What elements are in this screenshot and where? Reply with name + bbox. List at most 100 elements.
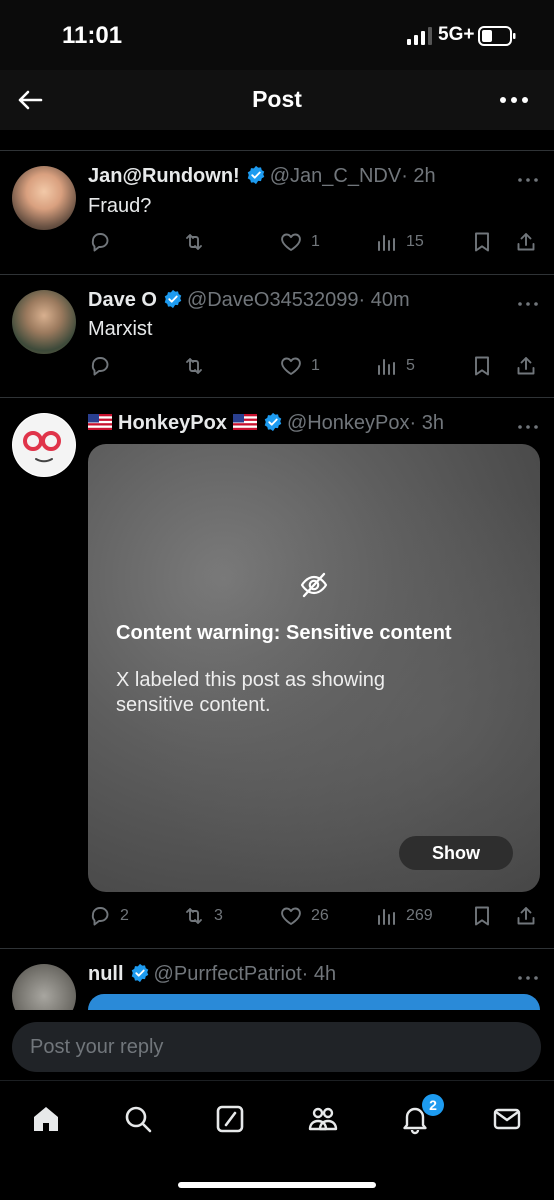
repost-button[interactable]: 3 [182, 901, 223, 931]
tab-communities[interactable] [303, 1099, 343, 1139]
post-text: Marxist [88, 318, 153, 340]
like-button[interactable]: 26 [279, 901, 329, 931]
like-icon [279, 354, 303, 378]
like-button[interactable]: 1 [279, 351, 320, 381]
reply-input[interactable] [12, 1022, 541, 1072]
page-title: Post [252, 86, 302, 112]
author-name[interactable]: HonkeyPox [118, 412, 227, 434]
us-flag-icon [88, 414, 112, 430]
like-button[interactable]: 1 [279, 227, 320, 257]
like-icon [279, 230, 303, 254]
verified-icon [130, 963, 150, 983]
share-icon [514, 230, 538, 254]
search-icon [125, 1106, 152, 1133]
author-handle: @Jan_C_NDV [269, 165, 402, 187]
author-name[interactable]: null [88, 963, 124, 985]
top-header: Post [0, 70, 554, 130]
reply-icon [88, 354, 112, 378]
reply-composer [0, 1010, 554, 1080]
action-bar: 2 3 26 269 [0, 901, 554, 931]
like-icon [279, 904, 303, 928]
share-icon [514, 904, 538, 928]
home-indicator [178, 1182, 376, 1188]
repost-button[interactable] [182, 351, 214, 381]
bookmark-button[interactable] [470, 901, 494, 931]
views-button[interactable]: 269 [374, 901, 433, 931]
tab-grok[interactable] [210, 1099, 250, 1139]
author-handle: @PurrfectPatriot [153, 963, 302, 985]
reply-post[interactable]: Jan@Rundown! @Jan_C_NDV· 2h Fraud? 1 15 [0, 150, 554, 274]
views-count: 269 [406, 907, 433, 924]
post-time: · 2h [401, 165, 436, 187]
author-handle: @HonkeyPox [286, 412, 410, 434]
notifications-badge: 2 [422, 1094, 444, 1116]
views-count: 15 [406, 233, 424, 250]
tab-messages[interactable] [487, 1099, 527, 1139]
views-count: 5 [406, 357, 415, 374]
reply-button[interactable]: 2 [88, 901, 129, 931]
status-bar: 11:01 5G+ [0, 0, 554, 70]
grok-icon [216, 1105, 244, 1133]
more-icon[interactable] [516, 175, 540, 185]
eye-slash-icon [300, 572, 328, 598]
content-warning-description: X labeled this post as showing sensitive… [116, 669, 386, 716]
verified-icon [263, 412, 283, 432]
more-icon[interactable] [516, 973, 540, 983]
views-icon [374, 904, 398, 928]
verified-icon [163, 289, 183, 309]
reply-icon [88, 904, 112, 928]
show-button[interactable]: Show [399, 836, 513, 870]
repost-button[interactable] [182, 227, 214, 257]
like-count: 1 [311, 357, 320, 374]
signal-icon [407, 27, 432, 45]
views-button[interactable]: 5 [374, 351, 415, 381]
like-count: 1 [311, 233, 320, 250]
avatar[interactable] [12, 290, 76, 354]
author-name[interactable]: Jan@Rundown! [88, 165, 240, 187]
sensitive-media[interactable]: Content warning: Sensitive content X lab… [88, 444, 540, 892]
bottom-tab-bar: 2 [0, 1080, 554, 1200]
repost-count: 3 [214, 907, 223, 924]
tab-home[interactable] [26, 1099, 66, 1139]
us-flag-icon [233, 414, 257, 430]
action-bar: 1 15 [0, 227, 554, 257]
share-icon [514, 354, 538, 378]
communities-icon [308, 1107, 338, 1131]
author-name[interactable]: Dave O [88, 289, 157, 311]
more-icon[interactable] [516, 299, 540, 309]
share-button[interactable] [514, 901, 538, 931]
home-icon [34, 1107, 58, 1131]
more-icon[interactable] [496, 86, 532, 114]
author-handle: @DaveO34532099 [186, 289, 359, 311]
tab-search[interactable] [118, 1099, 158, 1139]
reply-post[interactable]: Dave O @DaveO34532099· 40m Marxist 1 5 [0, 274, 554, 397]
repost-icon [182, 354, 206, 378]
post-time: · 40m [358, 289, 410, 311]
avatar-cartoon-icon [13, 414, 75, 476]
post-time: · 3h [409, 412, 444, 434]
status-time: 11:01 [62, 22, 123, 49]
avatar[interactable] [12, 166, 76, 230]
views-icon [374, 354, 398, 378]
bookmark-icon [470, 904, 494, 928]
network-label: 5G+ [438, 24, 475, 45]
reply-count: 2 [120, 907, 129, 924]
bookmark-button[interactable] [470, 351, 494, 381]
views-icon [374, 230, 398, 254]
reply-button[interactable] [88, 351, 120, 381]
battery-icon [478, 26, 516, 46]
share-button[interactable] [514, 227, 538, 257]
action-bar: 1 5 [0, 351, 554, 381]
share-button[interactable] [514, 351, 538, 381]
bookmark-icon [470, 354, 494, 378]
post-text: Fraud? [88, 195, 152, 217]
reply-button[interactable] [88, 227, 120, 257]
more-icon[interactable] [516, 422, 540, 432]
content-warning-title: Content warning: Sensitive content [116, 622, 452, 644]
messages-icon [493, 1108, 521, 1130]
avatar[interactable] [12, 413, 76, 477]
bookmark-button[interactable] [470, 227, 494, 257]
repost-icon [182, 230, 206, 254]
avatar[interactable] [12, 964, 76, 1010]
views-button[interactable]: 15 [374, 227, 424, 257]
